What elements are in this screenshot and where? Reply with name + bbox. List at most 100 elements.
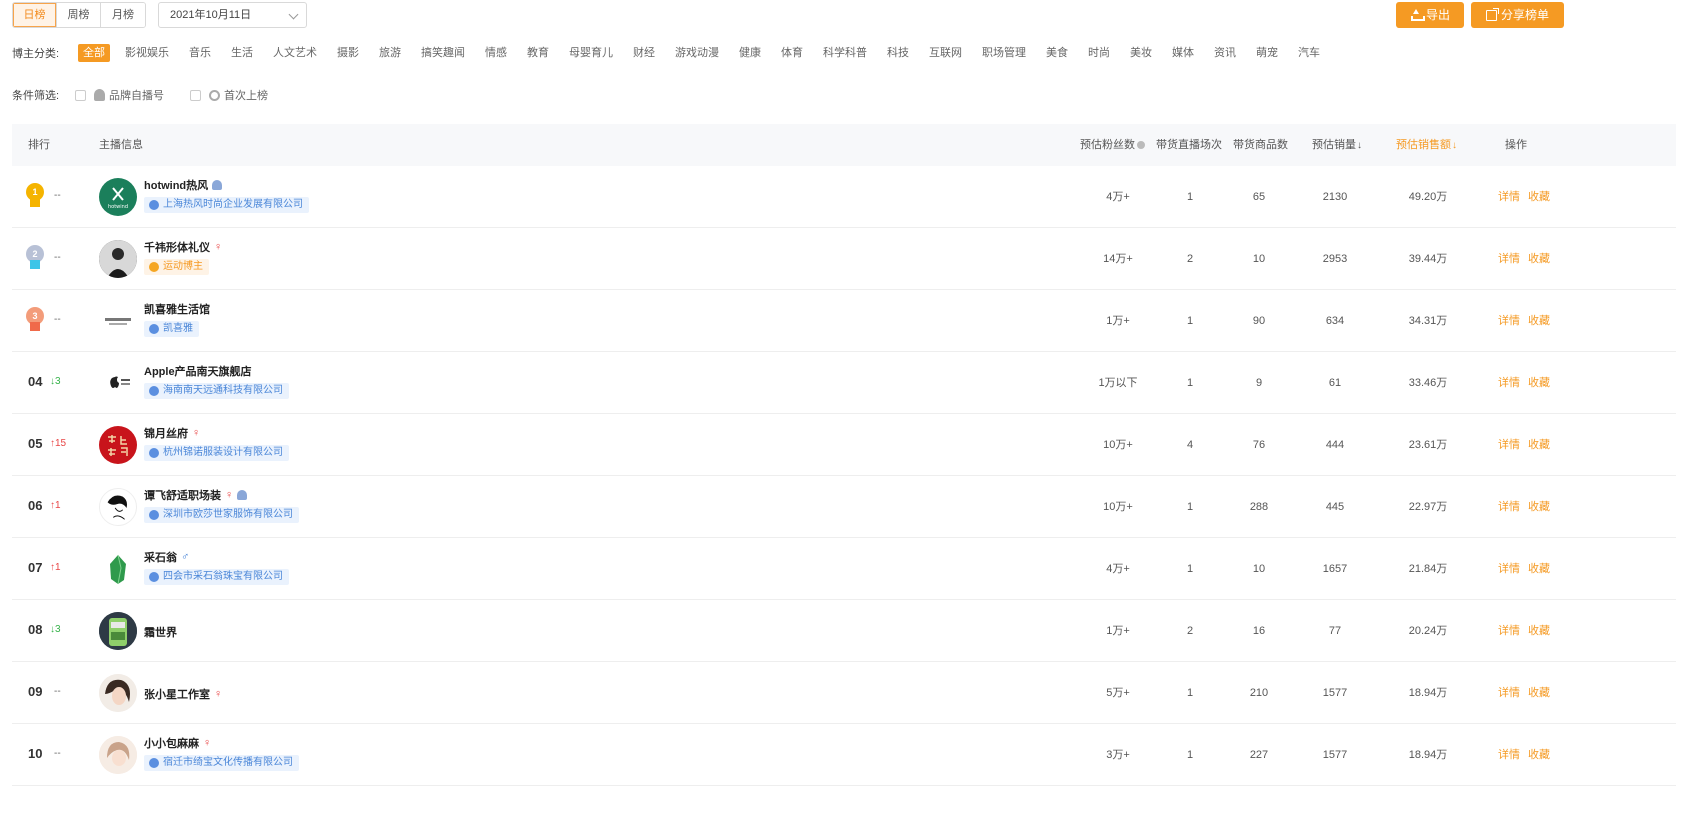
avatar[interactable] [99,550,137,588]
col-volume[interactable]: 预估销量↓ [1312,124,1362,166]
category-item[interactable]: 美妆 [1125,44,1157,62]
rank-number: 07 [28,560,43,575]
detail-link[interactable]: 详情 [1498,191,1520,203]
avatar[interactable] [99,302,137,340]
detail-link[interactable]: 详情 [1498,253,1520,265]
category-item[interactable]: 萌宠 [1251,44,1283,62]
category-item[interactable]: 汽车 [1293,44,1325,62]
category-item[interactable]: 影视娱乐 [120,44,174,62]
category-item[interactable]: 旅游 [374,44,406,62]
row-actions: 详情 收藏 [1480,166,1568,228]
live-value: 1 [1186,563,1194,575]
category-item[interactable]: 音乐 [184,44,216,62]
favorite-link[interactable]: 收藏 [1528,501,1550,513]
fans-value: 1万+ [1106,625,1130,637]
col-amount[interactable]: 预估销售额↓ [1396,124,1457,166]
rank-change: -- [54,748,61,759]
favorite-link[interactable]: 收藏 [1528,191,1550,203]
detail-link[interactable]: 详情 [1498,625,1520,637]
category-item[interactable]: 摄影 [332,44,364,62]
col-action: 操作 [1505,139,1527,151]
detail-link[interactable]: 详情 [1498,687,1520,699]
streamer-name[interactable]: 锦月丝府 ♀ [144,425,200,441]
volume-value: 61 [1328,377,1342,389]
checkbox[interactable] [190,89,201,101]
streamer-name[interactable]: 千祎形体礼仪 ♀ [144,239,222,255]
category-item[interactable]: 科技 [882,44,914,62]
tab-monthly[interactable]: 月榜 [101,3,145,27]
row-actions: 详情 收藏 [1480,352,1568,414]
streamer-name[interactable]: 霜世界 [144,624,177,640]
date-picker[interactable]: 2021年10月11日 [158,2,307,28]
tab-daily[interactable]: 日榜 [13,3,57,27]
category-item[interactable]: 职场管理 [977,44,1031,62]
volume-value: 1657 [1322,563,1348,575]
filter-first-time[interactable]: 首次上榜 [190,87,268,103]
toolbar: 日榜 周榜 月榜 2021年10月11日 导出 分享榜单 [12,2,1676,28]
favorite-link[interactable]: 收藏 [1528,687,1550,699]
category-item[interactable]: 财经 [628,44,660,62]
detail-link[interactable]: 详情 [1498,315,1520,327]
avatar[interactable] [99,426,137,464]
category-item[interactable]: 情感 [480,44,512,62]
streamer-name[interactable]: 谭飞舒适职场装 ♀ [144,487,248,503]
rank-number: 05 [28,436,43,451]
rank-change-value: 1 [55,562,61,573]
fans-value: 1万以下 [1098,377,1138,389]
fans-value: 10万+ [1103,439,1133,451]
category-item[interactable]: 教育 [522,44,554,62]
category-item[interactable]: 母婴育儿 [564,44,618,62]
checkbox[interactable] [75,89,86,101]
favorite-link[interactable]: 收藏 [1528,749,1550,761]
category-item[interactable]: 人文艺术 [268,44,322,62]
category-item[interactable]: 科学科普 [818,44,872,62]
share-button[interactable]: 分享榜单 [1471,2,1564,28]
info-icon[interactable] [1137,141,1145,149]
live-value: 1 [1186,687,1194,699]
avatar[interactable] [99,612,137,650]
favorite-link[interactable]: 收藏 [1528,563,1550,575]
category-item[interactable]: 互联网 [924,44,967,62]
favorite-link[interactable]: 收藏 [1528,315,1550,327]
detail-link[interactable]: 详情 [1498,377,1520,389]
category-item[interactable]: 搞笑趣闻 [416,44,470,62]
category-item[interactable]: 生活 [226,44,258,62]
favorite-link[interactable]: 收藏 [1528,377,1550,389]
row-actions: 详情 收藏 [1480,228,1568,290]
favorite-link[interactable]: 收藏 [1528,625,1550,637]
category-item[interactable]: 时尚 [1083,44,1115,62]
avatar[interactable] [99,364,137,402]
upload-icon [1410,9,1425,21]
streamer-name[interactable]: 张小星工作室 ♀ [144,686,222,702]
avatar[interactable] [99,674,137,712]
detail-link[interactable]: 详情 [1498,749,1520,761]
detail-link[interactable]: 详情 [1498,563,1520,575]
table-row: 10 -- 小小包麻麻 ♀ 宿迁市绮宝文化传播有限公司 3万+ 1 227 157… [12,724,1676,786]
avatar[interactable] [99,488,137,526]
detail-link[interactable]: 详情 [1498,439,1520,451]
category-item[interactable]: 美食 [1041,44,1073,62]
category-item[interactable]: 资讯 [1209,44,1241,62]
avatar[interactable]: hotwind [99,178,137,216]
avatar[interactable] [99,736,137,774]
filter-brand-self[interactable]: 品牌自播号 [75,87,164,103]
favorite-link[interactable]: 收藏 [1528,253,1550,265]
export-button[interactable]: 导出 [1396,2,1464,28]
avatar[interactable] [99,240,137,278]
col-fans[interactable]: 预估粉丝数 [1080,124,1145,166]
amount-value: 22.97万 [1408,501,1448,513]
streamer-name[interactable]: Apple产品南天旗舰店 [144,363,252,379]
favorite-link[interactable]: 收藏 [1528,439,1550,451]
category-item[interactable]: 媒体 [1167,44,1199,62]
streamer-name[interactable]: hotwind热风 [144,177,223,193]
detail-link[interactable]: 详情 [1498,501,1520,513]
tab-weekly[interactable]: 周榜 [57,3,101,27]
streamer-name[interactable]: 小小包麻麻 ♀ [144,735,211,751]
category-item[interactable]: 游戏动漫 [670,44,724,62]
category-all[interactable]: 全部 [78,44,110,62]
streamer-name[interactable]: 凯喜雅生活馆 [144,301,210,317]
category-item[interactable]: 体育 [776,44,808,62]
streamer-name[interactable]: 采石翁 ♂ [144,549,189,565]
table-row: 05 ↑15 锦月丝府 ♀ 杭州锦诺服装设计有限公司 10万+ 4 76 444 … [12,414,1676,476]
category-item[interactable]: 健康 [734,44,766,62]
